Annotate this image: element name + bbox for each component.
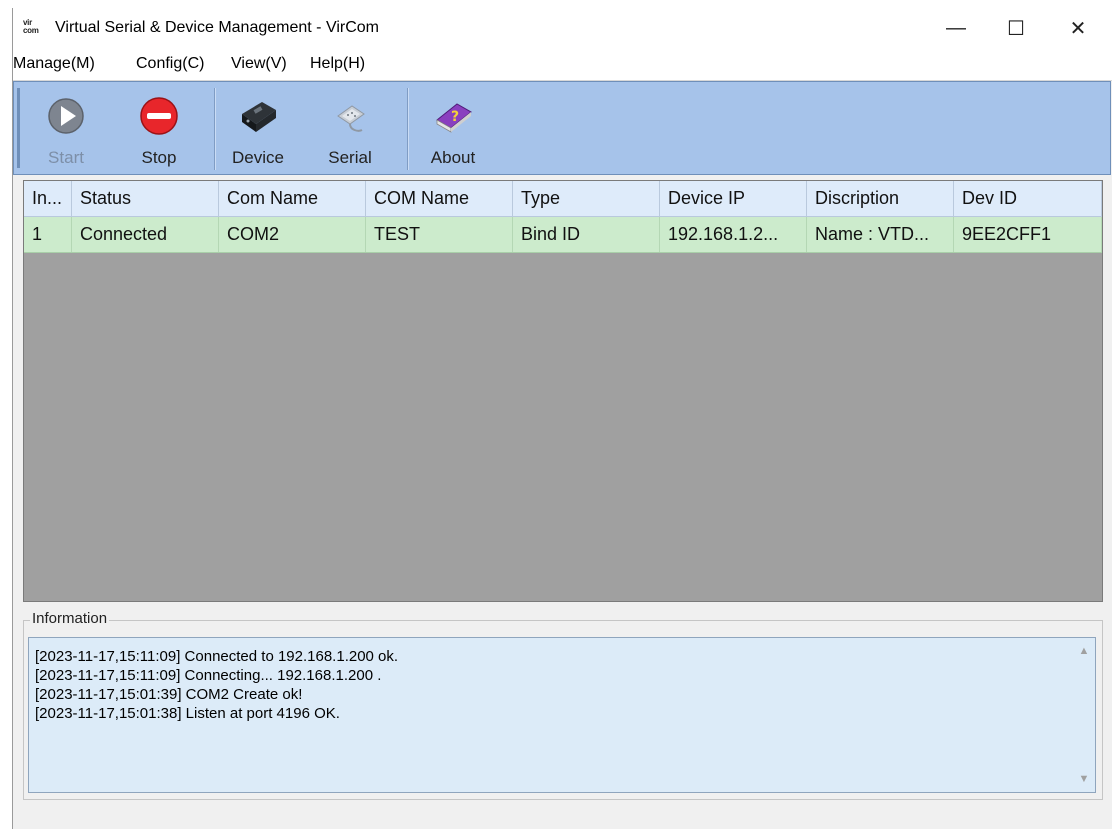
- table-cell: COM2: [219, 217, 366, 252]
- about-book-icon: ?: [436, 103, 472, 133]
- menu-config[interactable]: Config(C): [136, 55, 204, 73]
- log-line: [2023-11-17,15:01:38] Listen at port 419…: [35, 705, 340, 722]
- table-cell: 9EE2CFF1: [954, 217, 1102, 252]
- device-icon: [242, 102, 276, 132]
- stop-label: Stop: [141, 148, 177, 167]
- svg-text:?: ?: [451, 109, 459, 125]
- toolbar-separator: [407, 88, 408, 170]
- serial-icon: [337, 105, 365, 132]
- menu-help[interactable]: Help(H): [310, 55, 365, 73]
- column-header[interactable]: Dev ID: [954, 181, 1102, 216]
- table-cell: 1: [24, 217, 72, 252]
- table-cell: Bind ID: [513, 217, 660, 252]
- information-log[interactable]: [2023-11-17,15:11:09] Connected to 192.1…: [28, 637, 1096, 793]
- column-header[interactable]: Com Name: [219, 181, 366, 216]
- log-line: [2023-11-17,15:11:09] Connecting... 192.…: [35, 667, 382, 684]
- maximize-button[interactable]: ☐: [993, 12, 1039, 44]
- main-window: vir com Virtual Serial & Device Managemen…: [12, 8, 1112, 829]
- app-logo: vir com: [23, 18, 39, 35]
- menu-bar: Manage(M) Config(C) View(V) Help(H): [13, 50, 1112, 81]
- menu-manage[interactable]: Manage(M): [13, 55, 95, 73]
- table-cell: TEST: [366, 217, 513, 252]
- column-header[interactable]: Status: [72, 181, 219, 216]
- column-header[interactable]: Discription: [807, 181, 954, 216]
- scroll-down-arrow-icon[interactable]: ▼: [1077, 772, 1091, 786]
- device-table[interactable]: In... Status Com Name COM Name Type Devi…: [23, 180, 1103, 602]
- serial-label: Serial: [328, 148, 372, 167]
- scroll-up-arrow-icon[interactable]: ▲: [1077, 644, 1091, 658]
- column-header[interactable]: In...: [24, 181, 72, 216]
- table-cell: Name : VTD...: [807, 217, 954, 252]
- window-title: Virtual Serial & Device Management - Vir…: [55, 19, 379, 36]
- title-bar[interactable]: vir com Virtual Serial & Device Managemen…: [13, 8, 1112, 50]
- toolbar-separator: [214, 88, 215, 170]
- column-header[interactable]: Type: [513, 181, 660, 216]
- log-line: [2023-11-17,15:01:39] COM2 Create ok!: [35, 686, 303, 703]
- menu-view[interactable]: View(V): [231, 55, 287, 73]
- start-label: Start: [48, 148, 84, 167]
- information-title: Information: [30, 610, 110, 627]
- about-label: About: [430, 148, 476, 167]
- serial-button[interactable]: Serial: [314, 84, 386, 172]
- table-cell: Connected: [72, 217, 219, 252]
- device-button[interactable]: Device: [224, 84, 292, 172]
- minimize-button[interactable]: —: [933, 12, 979, 44]
- table-cell: 192.168.1.2...: [660, 217, 807, 252]
- about-button[interactable]: ? About: [418, 84, 488, 172]
- information-group: Information [2023-11-17,15:11:09] Connec…: [23, 610, 1103, 800]
- toolbar-grip[interactable]: [17, 88, 20, 168]
- table-header: In... Status Com Name COM Name Type Devi…: [24, 181, 1102, 217]
- toolbar: Start Stop Device Serial ? About: [13, 81, 1111, 175]
- table-row[interactable]: 1 Connected COM2 TEST Bind ID 192.168.1.…: [24, 217, 1102, 253]
- play-icon: [48, 98, 84, 134]
- column-header[interactable]: COM Name: [366, 181, 513, 216]
- device-label: Device: [232, 148, 284, 167]
- log-line: [2023-11-17,15:11:09] Connected to 192.1…: [35, 648, 399, 665]
- start-button[interactable]: Start: [36, 84, 96, 172]
- column-header[interactable]: Device IP: [660, 181, 807, 216]
- stop-button[interactable]: Stop: [126, 84, 192, 172]
- stop-icon: [140, 97, 178, 135]
- close-button[interactable]: ✕: [1055, 12, 1101, 44]
